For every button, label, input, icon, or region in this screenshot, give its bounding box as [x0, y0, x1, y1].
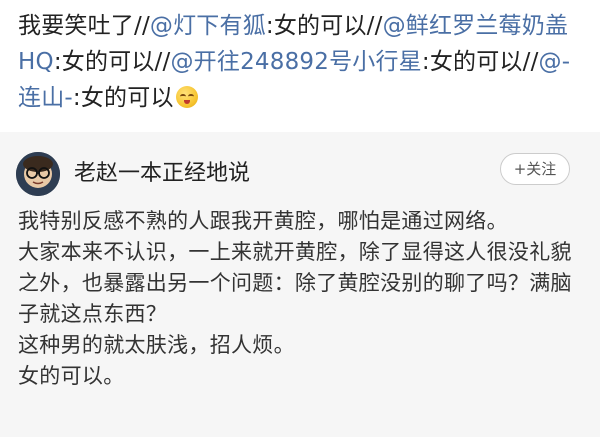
repost-comment: 我要笑吐了//@灯下有狐:女的可以//@鲜红罗兰莓奶盖HQ:女的可以//@开往2… — [0, 0, 600, 132]
repost-text: :女的可以// — [265, 13, 383, 39]
follow-button[interactable]: +关注 — [500, 153, 570, 185]
post-line: 女的可以。 — [18, 364, 125, 388]
avatar-image — [16, 152, 60, 196]
post-header: 老赵一本正经地说 +关注 — [16, 152, 584, 198]
repost-text: :女的可以// — [421, 49, 539, 75]
mention-link[interactable]: @开往248892号小行星 — [170, 49, 421, 75]
username[interactable]: 老赵一本正经地说 — [74, 159, 250, 189]
avatar[interactable] — [16, 152, 60, 196]
original-post-card[interactable]: 老赵一本正经地说 +关注 我特别反感不熟的人跟我开黄腔，哪怕是通过网络。 大家本… — [0, 132, 600, 437]
repost-text: :女的可以 — [72, 85, 174, 111]
post-line: 我特别反感不熟的人跟我开黄腔，哪怕是通过网络。 — [18, 209, 508, 233]
mention-link[interactable]: @灯下有狐 — [150, 13, 266, 39]
post-line: 这种男的就太肤浅，招人烦。 — [18, 333, 295, 357]
laughing-face-icon — [175, 86, 198, 108]
repost-text: 我要笑吐了// — [18, 13, 150, 39]
post-content: 我特别反感不熟的人跟我开黄腔，哪怕是通过网络。 大家本来不认识，一上来就开黄腔，… — [18, 206, 588, 392]
repost-text: :女的可以// — [53, 49, 171, 75]
post-line: 大家本来不认识，一上来就开黄腔，除了显得这人很没礼貌之外，也暴露出另一个问题：除… — [18, 240, 572, 326]
